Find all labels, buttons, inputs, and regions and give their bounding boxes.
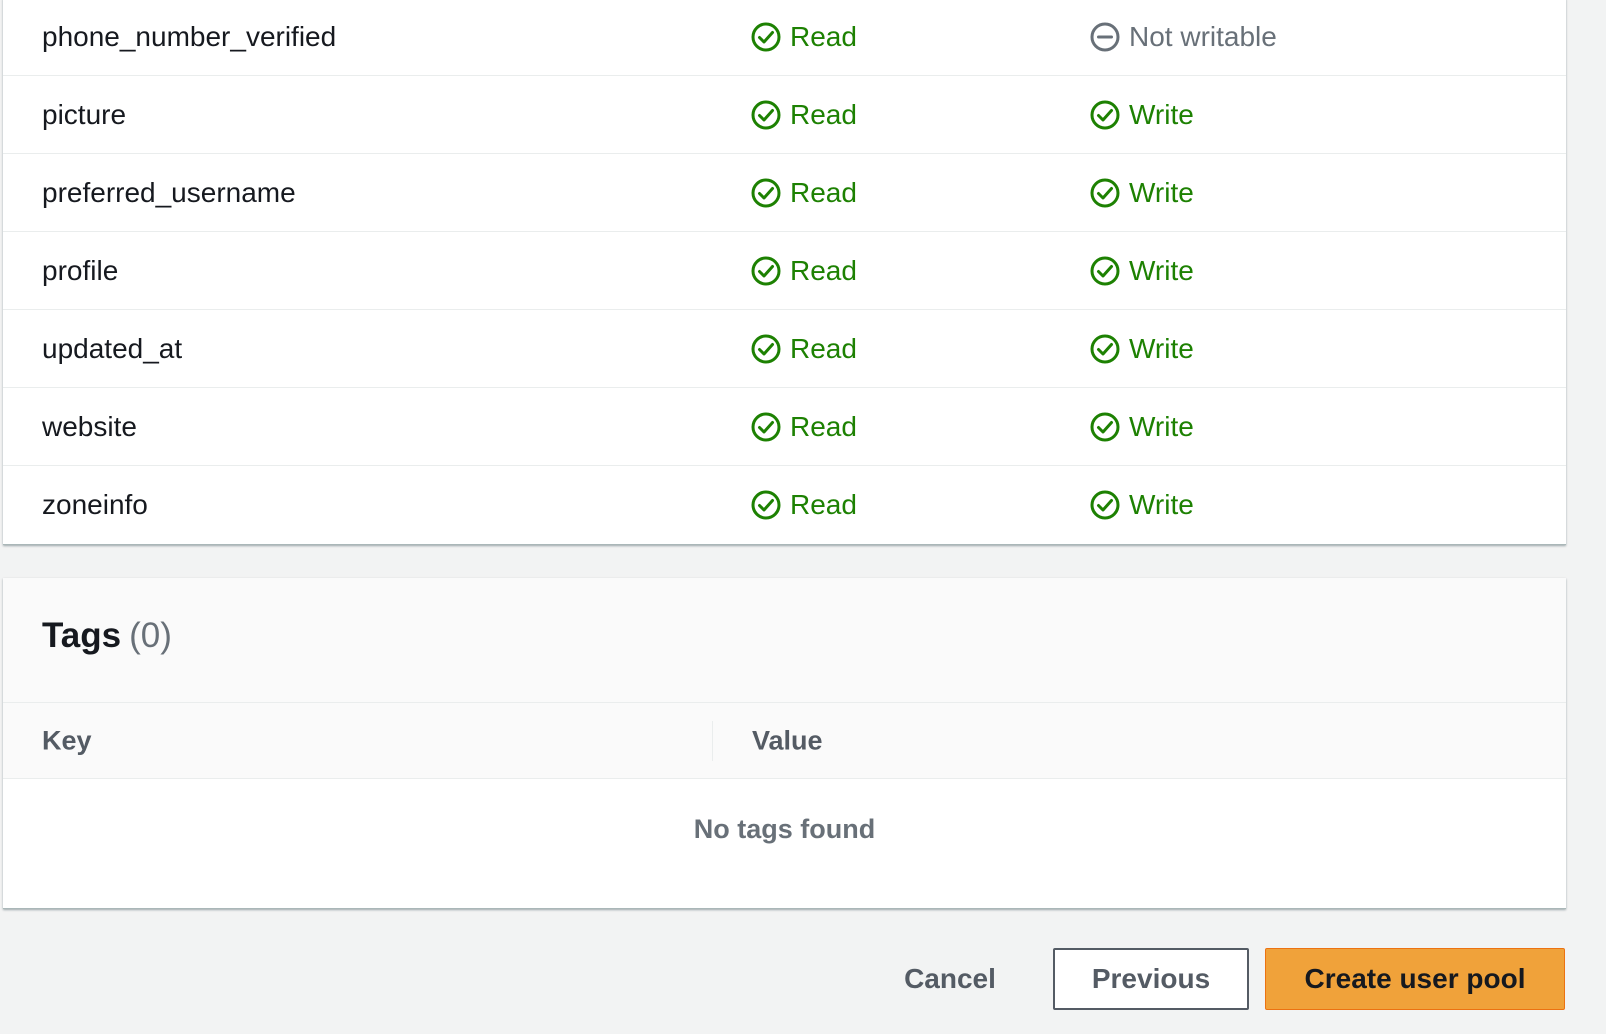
write-label: Write [1129, 332, 1194, 364]
write-permission: Write [1089, 411, 1194, 443]
tags-header: Tags (0) [3, 578, 1566, 703]
status-check-icon [1089, 333, 1121, 365]
read-permission: Read [750, 21, 857, 53]
attribute-name: profile [42, 254, 119, 286]
tags-panel: Tags (0) Key Value No tags found [3, 578, 1566, 909]
status-check-icon [1089, 177, 1121, 209]
tags-column-header: Key Value [3, 703, 1566, 779]
table-row: picture Read Write [3, 76, 1566, 154]
read-label: Read [790, 176, 857, 208]
create-user-pool-button[interactable]: Create user pool [1265, 948, 1565, 1010]
table-row: profile Read Write [3, 232, 1566, 310]
tags-heading: Tags [42, 616, 122, 655]
read-permission: Read [750, 333, 857, 365]
write-permission: Write [1089, 255, 1194, 287]
tags-title: Tags (0) [42, 616, 172, 656]
status-check-icon [750, 411, 782, 443]
attribute-name: phone_number_verified [42, 20, 337, 52]
table-row: website Read Write [3, 388, 1566, 466]
column-header-key: Key [42, 725, 92, 755]
previous-button[interactable]: Previous [1053, 948, 1249, 1010]
table-row: preferred_username Read Write [3, 154, 1566, 232]
table-row: updated_at Read Write [3, 310, 1566, 388]
read-label: Read [790, 332, 857, 364]
write-permission: Write [1089, 99, 1194, 131]
read-label: Read [790, 254, 857, 286]
status-check-icon [750, 177, 782, 209]
read-label: Read [790, 410, 857, 442]
attribute-name: picture [42, 98, 127, 130]
status-check-icon [750, 489, 782, 521]
attribute-name: updated_at [42, 332, 183, 364]
cancel-button[interactable]: Cancel [880, 948, 1020, 1010]
write-permission: Write [1089, 333, 1194, 365]
attribute-name: website [42, 410, 137, 442]
empty-state-message: No tags found [693, 814, 876, 844]
status-check-icon [1089, 99, 1121, 131]
write-label: Write [1129, 489, 1194, 520]
column-header-value: Value [752, 725, 823, 755]
table-row: phone_number_verified Read Not writable [3, 0, 1566, 76]
write-label: Write [1129, 254, 1194, 286]
write-permission: Write [1089, 489, 1194, 521]
attribute-name: preferred_username [42, 176, 296, 208]
column-divider [712, 721, 713, 761]
status-check-icon [1089, 489, 1121, 521]
status-check-icon [1089, 255, 1121, 287]
read-label: Read [790, 98, 857, 130]
read-label: Read [790, 489, 857, 520]
write-label: Not writable [1129, 20, 1277, 52]
write-label: Write [1129, 176, 1194, 208]
status-check-icon [1089, 411, 1121, 443]
status-minus-icon [1089, 21, 1121, 53]
write-permission: Write [1089, 177, 1194, 209]
write-permission: Not writable [1089, 21, 1277, 53]
read-permission: Read [750, 177, 857, 209]
status-check-icon [750, 333, 782, 365]
read-label: Read [790, 20, 857, 52]
read-permission: Read [750, 489, 857, 521]
read-permission: Read [750, 255, 857, 287]
attributes-table: phone_number_verified Read Not writable … [3, 0, 1566, 545]
write-label: Write [1129, 98, 1194, 130]
status-check-icon [750, 99, 782, 131]
table-row: zoneinfo Read Write [3, 466, 1566, 544]
read-permission: Read [750, 411, 857, 443]
attribute-name: zoneinfo [42, 489, 148, 520]
write-label: Write [1129, 410, 1194, 442]
read-permission: Read [750, 99, 857, 131]
status-check-icon [750, 21, 782, 53]
tags-count: (0) [129, 616, 172, 655]
status-check-icon [750, 255, 782, 287]
